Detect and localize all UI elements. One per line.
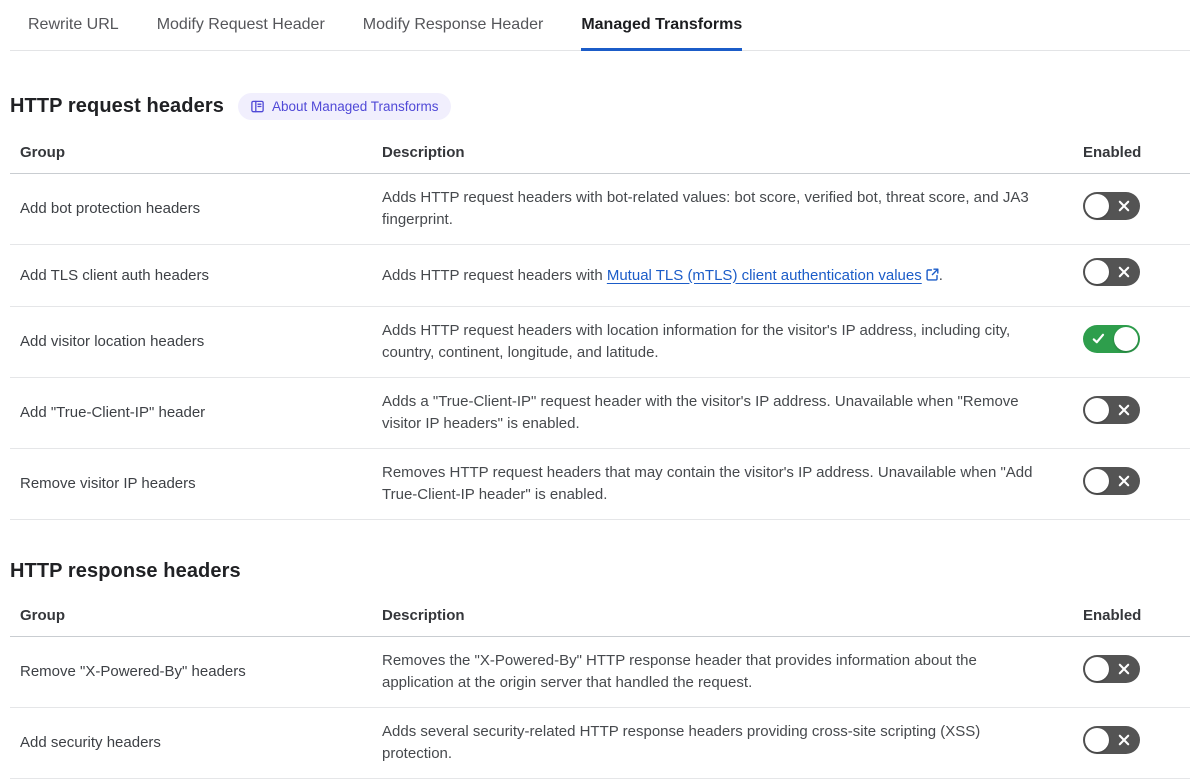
table-row: Add bot protection headers Adds HTTP req… <box>10 173 1190 245</box>
group-cell: Add TLS client auth headers <box>10 244 372 307</box>
response-headers-section: HTTP response headers Group Description … <box>10 560 1190 779</box>
x-icon <box>1118 404 1130 415</box>
description-cell: Adds a "True-Client-IP" request header w… <box>372 377 1073 449</box>
request-headers-section: HTTP request headers About Managed Trans… <box>10 93 1190 520</box>
tab-modify-request-header[interactable]: Modify Request Header <box>157 13 325 51</box>
book-icon <box>251 100 264 113</box>
description-cell: Adds HTTP request headers with location … <box>372 306 1073 378</box>
x-icon <box>1118 266 1130 278</box>
mtls-values-link[interactable]: Mutual TLS (mTLS) client authentication … <box>607 267 922 284</box>
tab-bar: Rewrite URL Modify Request Header Modify R… <box>10 0 1190 51</box>
request-headers-table: Group Description Enabled Add bot protec… <box>10 134 1190 520</box>
group-cell: Add bot protection headers <box>10 173 372 245</box>
response-headers-title: HTTP response headers <box>10 560 241 582</box>
table-row: Add "True-Client-IP" header Adds a "True… <box>10 377 1190 449</box>
toggle-knob <box>1114 326 1138 351</box>
enabled-toggle[interactable] <box>1083 324 1140 353</box>
toggle-knob <box>1085 656 1109 681</box>
table-row: Add visitor location headers Adds HTTP r… <box>10 306 1190 378</box>
column-header-description: Description <box>372 134 1073 174</box>
toggle-knob <box>1085 727 1109 752</box>
group-cell: Add security headers <box>10 707 372 779</box>
description-cell: Adds HTTP request headers with Mutual TL… <box>372 244 1073 307</box>
group-cell: Remove "X-Powered-By" headers <box>10 636 372 708</box>
group-cell: Remove visitor IP headers <box>10 448 372 520</box>
table-row: Add TLS client auth headers Adds HTTP re… <box>10 244 1190 307</box>
description-cell: Adds HTTP request headers with bot-relat… <box>372 173 1073 245</box>
tab-modify-response-header[interactable]: Modify Response Header <box>363 13 544 51</box>
toggle-knob <box>1085 193 1109 218</box>
group-cell: Add visitor location headers <box>10 306 372 378</box>
about-managed-transforms-link[interactable]: About Managed Transforms <box>237 93 451 120</box>
column-header-enabled: Enabled <box>1073 597 1190 637</box>
toggle-knob <box>1085 397 1109 422</box>
group-cell: Add "True-Client-IP" header <box>10 377 372 449</box>
x-icon <box>1118 475 1130 486</box>
x-icon <box>1118 734 1130 745</box>
enabled-toggle[interactable] <box>1083 654 1140 683</box>
tab-rewrite-url[interactable]: Rewrite URL <box>28 13 119 51</box>
x-icon <box>1118 200 1130 211</box>
tab-managed-transforms[interactable]: Managed Transforms <box>581 13 743 51</box>
enabled-toggle[interactable] <box>1083 725 1140 754</box>
table-row: Remove visitor IP headers Removes HTTP r… <box>10 448 1190 520</box>
table-header-row: Group Description Enabled <box>10 134 1190 174</box>
enabled-toggle[interactable] <box>1083 258 1140 286</box>
enabled-toggle[interactable] <box>1083 466 1140 495</box>
column-header-description: Description <box>372 597 1073 637</box>
toggle-knob <box>1085 260 1109 284</box>
description-cell: Adds several security-related HTTP respo… <box>372 707 1073 779</box>
column-header-group: Group <box>10 134 372 174</box>
enabled-toggle[interactable] <box>1083 191 1140 220</box>
response-headers-table: Group Description Enabled Remove "X-Powe… <box>10 597 1190 779</box>
description-cell: Removes the "X-Powered-By" HTTP response… <box>372 636 1073 708</box>
about-managed-transforms-label: About Managed Transforms <box>271 98 439 114</box>
request-headers-title: HTTP request headers <box>10 95 224 117</box>
toggle-knob <box>1085 468 1109 493</box>
x-icon <box>1118 663 1130 674</box>
column-header-group: Group <box>10 597 372 637</box>
managed-transforms-page: Rewrite URL Modify Request Header Modify R… <box>10 0 1190 779</box>
enabled-toggle[interactable] <box>1083 395 1140 424</box>
table-row: Remove "X-Powered-By" headers Removes th… <box>10 636 1190 708</box>
external-link-icon <box>926 268 939 281</box>
check-icon <box>1092 333 1105 343</box>
column-header-enabled: Enabled <box>1073 134 1190 174</box>
table-header-row: Group Description Enabled <box>10 597 1190 637</box>
description-cell: Removes HTTP request headers that may co… <box>372 448 1073 520</box>
table-row: Add security headers Adds several securi… <box>10 707 1190 779</box>
